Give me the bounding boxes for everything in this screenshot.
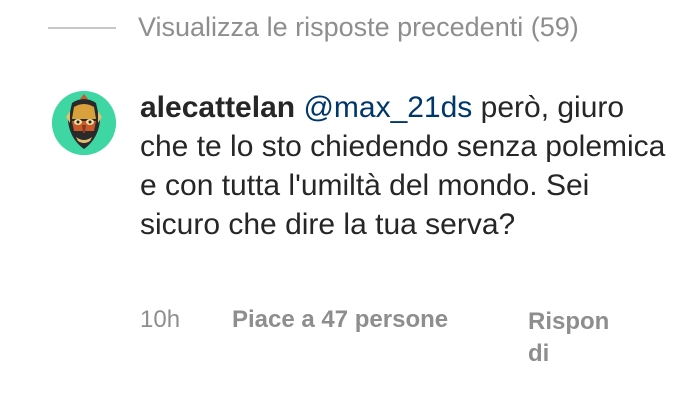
view-previous-replies-label: Visualizza le risposte precedenti (59) — [138, 12, 579, 42]
view-previous-replies-button[interactable]: Visualizza le risposte precedenti (59) — [48, 12, 579, 43]
likes-count-link[interactable]: Piace a 47 persone — [232, 306, 448, 334]
reply-button[interactable]: Rispondi — [528, 306, 618, 370]
comment-meta: 10h Piace a 47 persone Rispondi — [140, 306, 670, 386]
thread-divider-line — [48, 26, 116, 29]
comment-body: alecattelan @max_21ds però, giuro che te… — [140, 88, 670, 367]
comment-text: alecattelan @max_21ds però, giuro che te… — [140, 88, 670, 244]
mask-avatar-icon — [52, 91, 116, 155]
avatar[interactable] — [52, 91, 116, 155]
comment-timestamp: 10h — [140, 306, 181, 333]
mention-link[interactable]: @max_21ds — [303, 91, 472, 124]
comment-username[interactable]: alecattelan — [140, 91, 295, 124]
